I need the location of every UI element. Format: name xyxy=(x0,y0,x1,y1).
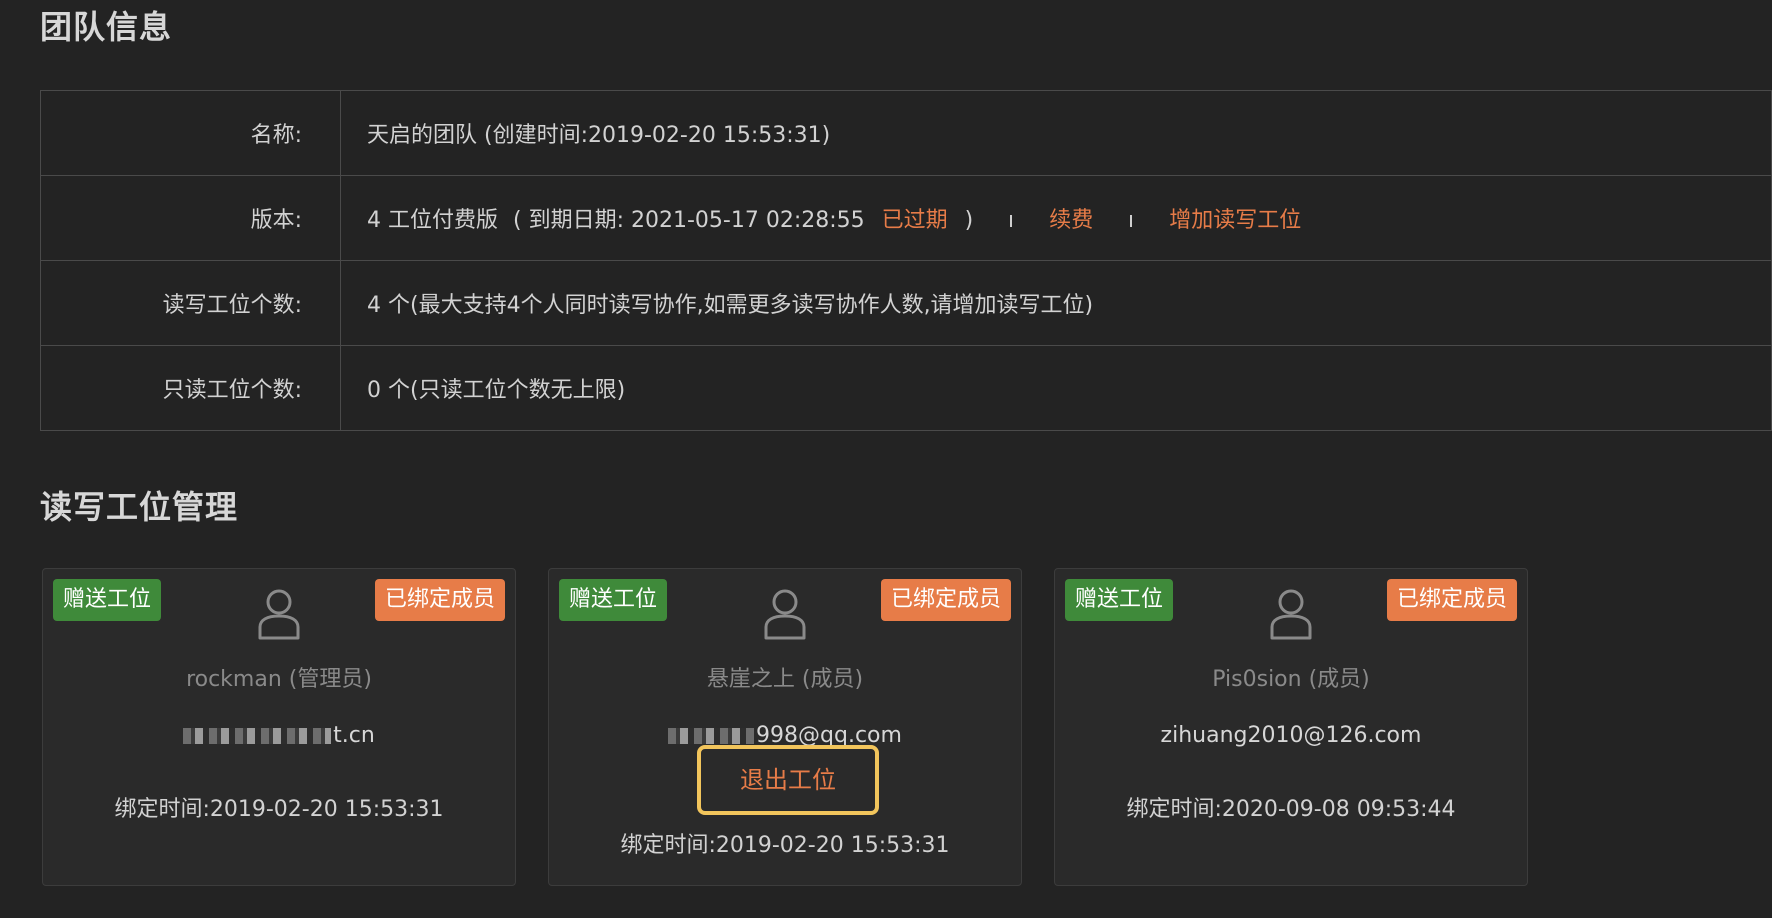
user-avatar-icon xyxy=(258,589,300,640)
add-seat-link[interactable]: 增加读写工位 xyxy=(1169,208,1301,233)
member-email: t.cn xyxy=(43,723,515,748)
separator xyxy=(1130,215,1133,227)
bound-member-badge: 已绑定成员 xyxy=(1386,579,1517,621)
team-version-value: 4 工位付费版 ( 到期日期: 2021-05-17 02:28:55 已过期 … xyxy=(340,175,1772,261)
user-avatar-icon xyxy=(764,589,806,640)
close-paren: ) xyxy=(964,208,974,233)
expired-status: 已过期 xyxy=(881,208,948,233)
quit-seat-button[interactable]: 退出工位 xyxy=(697,745,879,815)
expiry-date: ( 到期日期: 2021-05-17 02:28:55 xyxy=(513,208,865,233)
rw-seat-count-value: 4 个(最大支持4个人同时读写协作,如需更多读写协作人数,请增加读写工位) xyxy=(340,260,1772,346)
plan-name: 4 工位付费版 xyxy=(367,208,498,233)
seat-card: 赠送工位 已绑定成员 悬崖之上 (成员) 998@qq.com 退出工位 绑定时… xyxy=(548,568,1022,886)
rw-seat-count-row: 读写工位个数: 4 个(最大支持4个人同时读写协作,如需更多读写协作人数,请增加… xyxy=(40,260,1772,346)
team-info-title: 团队信息 xyxy=(40,8,173,46)
ro-seat-count-row: 只读工位个数: 0 个(只读工位个数无上限) xyxy=(40,345,1772,431)
member-email-text: t.cn xyxy=(333,723,375,748)
redacted-mosaic xyxy=(668,728,755,744)
seat-card: 赠送工位 已绑定成员 Pis0sion (成员) zihuang2010@126… xyxy=(1054,568,1528,886)
ro-seat-count-label: 只读工位个数: xyxy=(40,345,341,431)
bind-time: 绑定时间:2019-02-20 15:53:31 xyxy=(114,797,444,822)
gift-seat-badge: 赠送工位 xyxy=(53,579,162,621)
separator xyxy=(1010,215,1013,227)
gift-seat-badge: 赠送工位 xyxy=(1065,579,1174,621)
bind-time: 绑定时间:2020-09-08 09:53:44 xyxy=(1126,797,1456,822)
member-name: rockman (管理员) xyxy=(186,667,372,692)
team-version-row: 版本: 4 工位付费版 ( 到期日期: 2021-05-17 02:28:55 … xyxy=(40,175,1772,261)
team-info-table: 名称: 天启的团队 (创建时间:2019-02-20 15:53:31) 版本:… xyxy=(40,90,1772,431)
member-name: 悬崖之上 (成员) xyxy=(706,667,864,692)
user-avatar-icon xyxy=(1270,589,1312,640)
bind-time: 绑定时间:2019-02-20 15:53:31 xyxy=(620,833,950,858)
seat-card: 赠送工位 已绑定成员 rockman (管理员) t.cn 绑定时间:2019-… xyxy=(42,568,516,886)
team-version-label: 版本: xyxy=(40,175,341,261)
gift-seat-badge: 赠送工位 xyxy=(559,579,668,621)
team-name-label: 名称: xyxy=(40,90,341,176)
member-email: zihuang2010@126.com xyxy=(1160,723,1422,748)
rw-seat-count-label: 读写工位个数: xyxy=(40,260,341,346)
seat-management-title: 读写工位管理 xyxy=(40,488,239,526)
team-name-row: 名称: 天启的团队 (创建时间:2019-02-20 15:53:31) xyxy=(40,90,1772,176)
bound-member-badge: 已绑定成员 xyxy=(374,579,505,621)
renew-link[interactable]: 续费 xyxy=(1049,208,1093,233)
team-name-value: 天启的团队 (创建时间:2019-02-20 15:53:31) xyxy=(340,90,1772,176)
redacted-mosaic xyxy=(183,728,332,744)
member-name: Pis0sion (成员) xyxy=(1212,667,1370,692)
bound-member-badge: 已绑定成员 xyxy=(880,579,1011,621)
ro-seat-count-value: 0 个(只读工位个数无上限) xyxy=(340,345,1772,431)
